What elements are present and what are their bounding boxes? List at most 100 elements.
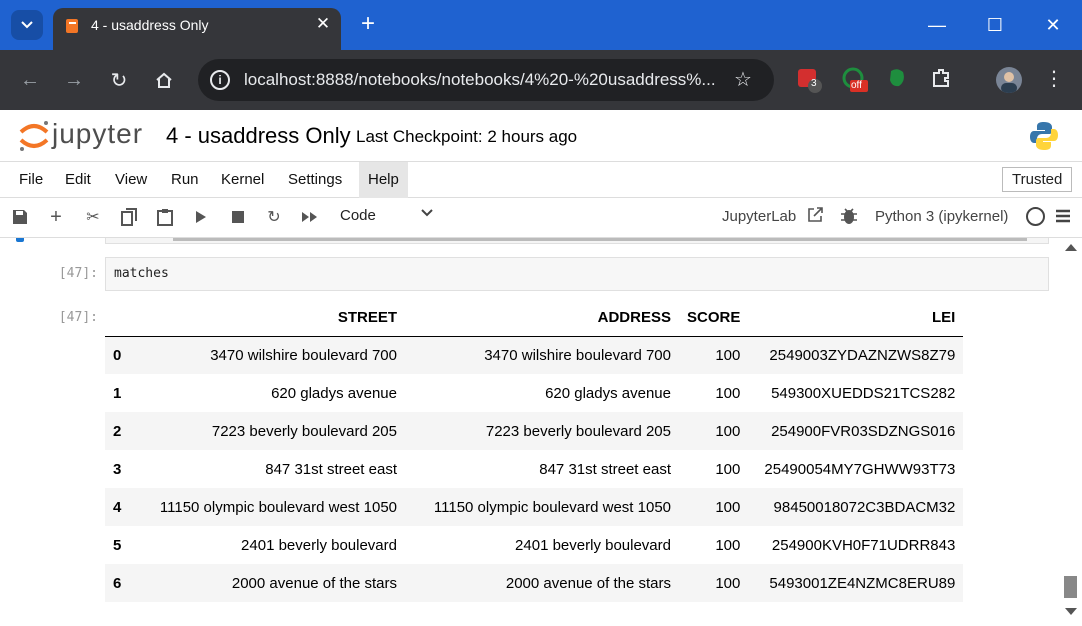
maximize-button[interactable]: ☐ xyxy=(966,0,1024,50)
score-header: SCORE xyxy=(679,300,749,337)
lei-header: LEI xyxy=(748,300,964,337)
cell-type-select[interactable]: Code xyxy=(340,207,376,224)
close-window-button[interactable]: ✕ xyxy=(1024,0,1082,50)
table-row: 5 2401 beverly boulevard 2401 beverly bo… xyxy=(105,526,963,564)
browser-tab[interactable]: 4 - usaddress Only ✕ xyxy=(53,8,341,50)
checkpoint-status: Last Checkpoint: 2 hours ago xyxy=(356,127,578,146)
bookmark-star-icon[interactable]: ☆ xyxy=(734,67,752,92)
score-cell: 100 xyxy=(715,574,741,592)
input-prompt: [47]: xyxy=(58,266,98,281)
profile-avatar[interactable] xyxy=(996,67,1022,93)
extension-badge-off: off xyxy=(851,80,862,91)
url-text: localhost:8888/notebooks/notebooks/4%20-… xyxy=(244,70,716,89)
row-index: 5 xyxy=(113,536,122,554)
extension-evernote-icon[interactable] xyxy=(886,67,912,93)
back-button[interactable]: ← xyxy=(14,64,46,96)
extension-todo-icon[interactable]: 3 xyxy=(796,67,822,93)
add-cell-icon[interactable]: + xyxy=(45,206,67,228)
scroll-thumb[interactable] xyxy=(1064,576,1077,598)
jupyterlab-link[interactable]: JupyterLab xyxy=(722,208,796,225)
lei-cell: 5493001ZE4NZMC8ERU89 xyxy=(769,574,956,592)
copy-icon[interactable] xyxy=(118,206,140,228)
street-cell: 2401 beverly boulevard xyxy=(241,536,397,554)
lei-cell: 549300XUEDDS21TCS282 xyxy=(771,384,956,402)
address-header: ADDRESS xyxy=(405,300,679,337)
forward-button[interactable]: → xyxy=(58,64,90,96)
menu-file[interactable]: File xyxy=(10,162,52,198)
menu-view[interactable]: View xyxy=(106,162,156,198)
scroll-up-arrow-icon[interactable] xyxy=(1065,244,1077,251)
address-bar[interactable]: i localhost:8888/notebooks/notebooks/4%2… xyxy=(198,59,774,101)
tab-close-icon[interactable]: ✕ xyxy=(313,14,333,34)
scroll-down-arrow-icon[interactable] xyxy=(1065,608,1077,615)
extensions-puzzle-icon[interactable] xyxy=(930,67,956,93)
table-row: 1 620 gladys avenue 620 gladys avenue 10… xyxy=(105,374,963,412)
trusted-indicator[interactable]: Trusted xyxy=(1002,167,1073,192)
restart-icon[interactable]: ↻ xyxy=(263,206,285,228)
home-button[interactable] xyxy=(148,64,180,96)
lei-cell: 2549003ZYDAZNZWS8Z79 xyxy=(769,346,956,364)
hamburger-menu-icon[interactable] xyxy=(1055,208,1071,229)
page-scrollbar[interactable] xyxy=(1060,238,1082,626)
notebook-title[interactable]: 4 - usaddress Only xyxy=(166,123,351,149)
debugger-bug-icon[interactable] xyxy=(840,206,858,231)
address-cell: 3470 wilshire boulevard 700 xyxy=(484,346,671,364)
external-link-icon[interactable] xyxy=(806,206,824,229)
code-cell-input[interactable]: matches xyxy=(105,257,1049,291)
notebook-toolbar: + ✂ ↻ Code JupyterLab Python 3 (ipykerne… xyxy=(0,198,1082,238)
cut-icon[interactable]: ✂ xyxy=(82,206,104,228)
restart-run-all-icon[interactable] xyxy=(299,206,321,228)
score-cell: 100 xyxy=(715,536,741,554)
kernel-status-icon xyxy=(1026,207,1045,226)
menu-help[interactable]: Help xyxy=(359,162,408,198)
menu-kernel[interactable]: Kernel xyxy=(212,162,273,198)
browser-toolbar: ← → ↻ i localhost:8888/notebooks/noteboo… xyxy=(0,50,1082,110)
browser-menu-icon[interactable]: ⋮ xyxy=(1044,66,1064,91)
street-cell: 2000 avenue of the stars xyxy=(231,574,397,592)
tab-title: 4 - usaddress Only xyxy=(91,17,209,33)
menu-edit[interactable]: Edit xyxy=(56,162,100,198)
site-info-icon[interactable]: i xyxy=(210,70,230,90)
table-row: 4 11150 olympic boulevard west 1050 1115… xyxy=(105,488,964,526)
extension-grammar-icon[interactable]: off xyxy=(842,67,868,93)
table-row: 0 3470 wilshire boulevard 700 3470 wilsh… xyxy=(105,336,964,374)
street-header: STREET xyxy=(131,300,405,337)
jupyter-header: jupyter 4 - usaddress Only Last Checkpoi… xyxy=(0,110,1082,162)
index-header xyxy=(105,300,131,337)
lei-cell: 254900FVR03SDZNGS016 xyxy=(771,422,956,440)
table-header-row: STREET ADDRESS SCORE LEI xyxy=(105,300,964,337)
paste-icon[interactable] xyxy=(154,206,176,228)
stop-icon[interactable] xyxy=(227,206,249,228)
jupyter-logo[interactable]: jupyter xyxy=(16,118,148,154)
street-cell: 7223 beverly boulevard 205 xyxy=(211,422,397,440)
tab-search-button[interactable] xyxy=(11,10,43,40)
jupyter-logo-icon xyxy=(19,121,49,151)
chevron-down-icon[interactable] xyxy=(420,206,434,223)
minimize-button[interactable]: — xyxy=(908,0,966,50)
row-index: 4 xyxy=(113,498,122,516)
score-cell: 100 xyxy=(715,422,741,440)
menu-run[interactable]: Run xyxy=(162,162,208,198)
previous-cell-scrollbar[interactable] xyxy=(173,238,1027,241)
jupyter-menubar: File Edit View Run Kernel Settings Help … xyxy=(0,162,1082,198)
reload-button[interactable]: ↻ xyxy=(103,64,135,96)
score-cell: 100 xyxy=(715,346,741,364)
lei-cell: 25490054MY7GHWW93T73 xyxy=(764,460,956,478)
address-cell: 7223 beverly boulevard 205 xyxy=(485,422,671,440)
score-cell: 100 xyxy=(715,384,741,402)
run-icon[interactable] xyxy=(190,206,212,228)
score-cell: 100 xyxy=(715,460,741,478)
row-index: 1 xyxy=(113,384,122,402)
kernel-name[interactable]: Python 3 (ipykernel) xyxy=(875,208,1008,225)
save-icon[interactable] xyxy=(9,206,31,228)
address-cell: 2401 beverly boulevard xyxy=(515,536,671,554)
notebook-favicon-icon xyxy=(66,19,78,33)
menu-settings[interactable]: Settings xyxy=(279,162,351,198)
table-row: 6 2000 avenue of the stars 2000 avenue o… xyxy=(105,564,964,602)
street-cell: 620 gladys avenue xyxy=(271,384,397,402)
street-cell: 11150 olympic boulevard west 1050 xyxy=(159,498,397,516)
code-text: matches xyxy=(114,266,169,281)
cell-selection-marker xyxy=(16,238,24,242)
notebook-panel: [47]: matches [47]: STREET ADDRESS SCORE… xyxy=(0,238,1082,626)
new-tab-button[interactable]: + xyxy=(356,10,380,38)
